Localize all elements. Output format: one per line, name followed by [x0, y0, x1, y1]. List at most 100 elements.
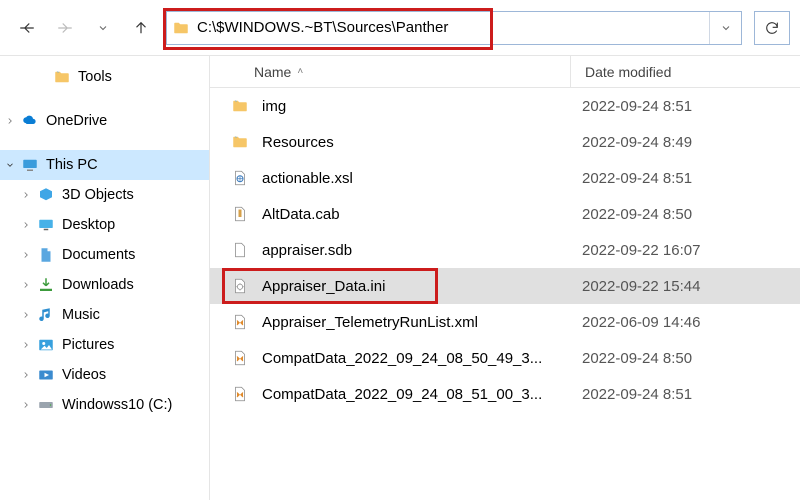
videos-icon: [36, 365, 56, 385]
onedrive-icon: [20, 111, 40, 131]
column-header: Name ˄ Date modified: [210, 56, 800, 88]
chevron-right-icon[interactable]: [16, 220, 36, 230]
file-row[interactable]: Appraiser_TelemetryRunList.xml2022-06-09…: [210, 304, 800, 340]
sidebar-item-desktop[interactable]: Desktop: [0, 210, 209, 240]
sidebar-item-label: Videos: [62, 367, 203, 383]
file-date: 2022-09-22 16:07: [568, 242, 800, 259]
chevron-down-icon: [720, 22, 732, 34]
sidebar-item-label: This PC: [46, 157, 203, 173]
sidebar-item-label: Windowss10 (C:): [62, 397, 203, 413]
file-date: 2022-09-22 15:44: [568, 278, 800, 295]
address-bar[interactable]: C:\$WINDOWS.~BT\Sources\Panther: [166, 11, 742, 45]
music-icon: [36, 305, 56, 325]
file-date: 2022-09-24 8:51: [568, 170, 800, 187]
chevron-down-icon: [97, 22, 109, 34]
file-date: 2022-09-24 8:50: [568, 350, 800, 367]
sidebar-item-3d-objects[interactable]: 3D Objects: [0, 180, 209, 210]
file-icon: [228, 238, 252, 262]
sidebar-item-label: 3D Objects: [62, 187, 203, 203]
file-name: Appraiser_TelemetryRunList.xml: [262, 314, 568, 331]
sidebar-item-label: OneDrive: [46, 113, 203, 129]
file-row[interactable]: Appraiser_Data.ini2022-09-22 15:44: [210, 268, 800, 304]
file-row[interactable]: CompatData_2022_09_24_08_51_00_3...2022-…: [210, 376, 800, 412]
folder-icon: [52, 67, 72, 87]
file-name: appraiser.sdb: [262, 242, 568, 259]
sidebar-item-documents[interactable]: Documents: [0, 240, 209, 270]
recent-dropdown[interactable]: [86, 11, 120, 45]
chevron-right-icon[interactable]: [16, 190, 36, 200]
file-name: CompatData_2022_09_24_08_50_49_3...: [262, 350, 568, 367]
chevron-right-icon[interactable]: [16, 280, 36, 290]
refresh-button[interactable]: [754, 11, 790, 45]
column-name-label: Name: [254, 64, 291, 80]
file-row[interactable]: img2022-09-24 8:51: [210, 88, 800, 124]
file-date: 2022-09-24 8:49: [568, 134, 800, 151]
file-row[interactable]: appraiser.sdb2022-09-22 16:07: [210, 232, 800, 268]
chevron-right-icon[interactable]: [16, 370, 36, 380]
back-button[interactable]: [10, 11, 44, 45]
sidebar-item-label: Documents: [62, 247, 203, 263]
sidebar-item-label: Pictures: [62, 337, 203, 353]
desktop-icon: [36, 215, 56, 235]
file-row[interactable]: actionable.xsl2022-09-24 8:51: [210, 160, 800, 196]
ini-icon: [228, 274, 252, 298]
thispc-icon: [20, 155, 40, 175]
sidebar-item-this-pc[interactable]: This PC: [0, 150, 209, 180]
folder-icon: [228, 94, 252, 118]
file-date: 2022-06-09 14:46: [568, 314, 800, 331]
column-date[interactable]: Date modified: [570, 56, 800, 87]
chevron-right-icon[interactable]: [16, 400, 36, 410]
file-list: img2022-09-24 8:51Resources2022-09-24 8:…: [210, 88, 800, 500]
forward-button[interactable]: [48, 11, 82, 45]
downloads-icon: [36, 275, 56, 295]
content-pane: Name ˄ Date modified img2022-09-24 8:51R…: [210, 56, 800, 500]
sidebar-item-onedrive[interactable]: OneDrive: [0, 106, 209, 136]
arrow-up-icon: [132, 19, 150, 37]
xml-icon: [228, 382, 252, 406]
refresh-icon: [764, 20, 780, 36]
sidebar-item-videos[interactable]: Videos: [0, 360, 209, 390]
file-date: 2022-09-24 8:51: [568, 386, 800, 403]
file-name: actionable.xsl: [262, 170, 568, 187]
chevron-right-icon[interactable]: [0, 116, 20, 126]
arrow-right-icon: [56, 19, 74, 37]
file-name: Resources: [262, 134, 568, 151]
sort-indicator-icon: ˄: [297, 66, 303, 77]
file-name: AltData.cab: [262, 206, 568, 223]
sidebar: Tools OneDrive This PC 3D Objects Desktop Doc…: [0, 56, 210, 500]
file-date: 2022-09-24 8:50: [568, 206, 800, 223]
main: Tools OneDrive This PC 3D Objects Desktop Doc…: [0, 56, 800, 500]
xml-icon: [228, 310, 252, 334]
chevron-down-icon[interactable]: [0, 160, 20, 170]
sidebar-item-windowss10-c-[interactable]: Windowss10 (C:): [0, 390, 209, 420]
address-dropdown[interactable]: [709, 12, 741, 44]
sidebar-item-label: Desktop: [62, 217, 203, 233]
sidebar-item-downloads[interactable]: Downloads: [0, 270, 209, 300]
3d-icon: [36, 185, 56, 205]
address-path[interactable]: C:\$WINDOWS.~BT\Sources\Panther: [195, 19, 709, 36]
cab-icon: [228, 202, 252, 226]
file-row[interactable]: Resources2022-09-24 8:49: [210, 124, 800, 160]
drive-icon: [36, 395, 56, 415]
chevron-right-icon[interactable]: [16, 340, 36, 350]
pictures-icon: [36, 335, 56, 355]
toolbar: C:\$WINDOWS.~BT\Sources\Panther: [0, 0, 800, 56]
xml-icon: [228, 346, 252, 370]
file-name: CompatData_2022_09_24_08_51_00_3...: [262, 386, 568, 403]
chevron-right-icon[interactable]: [16, 310, 36, 320]
column-date-label: Date modified: [585, 64, 671, 80]
file-row[interactable]: CompatData_2022_09_24_08_50_49_3...2022-…: [210, 340, 800, 376]
file-row[interactable]: AltData.cab2022-09-24 8:50: [210, 196, 800, 232]
sidebar-item-pictures[interactable]: Pictures: [0, 330, 209, 360]
file-date: 2022-09-24 8:51: [568, 98, 800, 115]
sidebar-item-tools[interactable]: Tools: [0, 62, 209, 92]
chevron-right-icon[interactable]: [16, 250, 36, 260]
sidebar-item-music[interactable]: Music: [0, 300, 209, 330]
file-name: img: [262, 98, 568, 115]
xsl-icon: [228, 166, 252, 190]
column-name[interactable]: Name ˄: [210, 64, 570, 80]
up-button[interactable]: [124, 11, 158, 45]
sidebar-item-label: Music: [62, 307, 203, 323]
folder-icon: [167, 19, 195, 37]
documents-icon: [36, 245, 56, 265]
